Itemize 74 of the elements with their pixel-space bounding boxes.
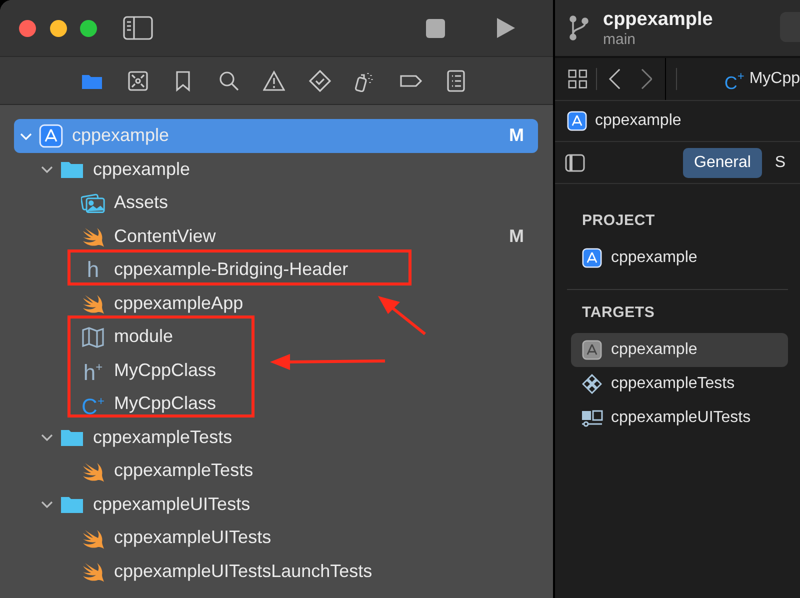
branch-name: main: [603, 30, 637, 48]
target-item[interactable]: cppexample: [571, 241, 788, 275]
navigator-row[interactable]: C$^{+}$ MyCppClass: [14, 387, 538, 420]
breadcrumb-item[interactable]: cppexample: [595, 112, 682, 130]
folder-icon: [60, 494, 84, 514]
app-project-icon: [567, 111, 587, 131]
navigator-row[interactable]: cppexampleTests: [14, 454, 538, 488]
file-name: cppexample: [72, 125, 170, 146]
navigator-row[interactable]: cppexample: [14, 152, 538, 186]
sidebar-toggle-icon[interactable]: [122, 16, 152, 40]
swift-bird-icon: [81, 225, 105, 248]
status-label: M: [509, 226, 524, 247]
navigator-row[interactable]: Assets: [14, 186, 538, 220]
grid-icon[interactable]: [568, 69, 588, 89]
branch-icon: [569, 15, 589, 41]
scheme-title: cppexample: [603, 8, 713, 30]
file-name: Assets: [114, 192, 168, 214]
image-stack-icon: [81, 192, 105, 214]
search-icon[interactable]: [218, 70, 240, 92]
file-name: MyCppClass: [114, 360, 216, 381]
diamond-check-icon[interactable]: [308, 70, 330, 92]
file-name: cppexampleUITestsLaunchTests: [114, 560, 372, 582]
editor-tab[interactable]: C$^{+}$ MyCpp: [724, 64, 800, 94]
navigator-row[interactable]: cppexampleUITests: [14, 521, 538, 554]
folder-icon: [60, 159, 84, 180]
file-name: cppexampleTests: [93, 426, 232, 448]
navigator-row[interactable]: cppexampleApp: [14, 286, 538, 320]
file-name: cppexampleApp: [114, 292, 244, 314]
zoom-button[interactable]: [80, 20, 97, 36]
segment-tab[interactable]: General: [683, 148, 762, 178]
file-name: cppexample: [93, 158, 190, 180]
minimize-button[interactable]: [50, 20, 66, 36]
navigator-row[interactable]: h cppexample-Bridging-Header: [14, 253, 538, 286]
run-icon[interactable]: [496, 17, 516, 39]
swift-bird-icon: [81, 292, 105, 314]
app-project-icon: [582, 248, 602, 268]
diamonds-icon: [582, 374, 602, 394]
target-item[interactable]: cppexampleTests: [571, 367, 788, 401]
status-label: M: [509, 125, 524, 146]
section-header: PROJECT: [581, 212, 656, 229]
file-name: cppexampleTests: [114, 460, 254, 482]
section-header: TARGETS: [581, 304, 656, 321]
map-icon: [81, 326, 105, 348]
file-name: cppexampleUITests: [114, 527, 272, 548]
arrow: [378, 296, 426, 336]
navigator-row[interactable]: ContentView M: [14, 220, 538, 253]
navigator-row[interactable]: cppexampleUITests: [14, 488, 538, 521]
navigator-row[interactable]: module: [14, 320, 538, 354]
swift-bird-icon: [81, 560, 105, 582]
file-name: ContentView: [114, 226, 216, 247]
warning-icon[interactable]: [263, 70, 285, 92]
file-type-icon: h$^{+}$: [83, 356, 103, 384]
stop-button[interactable]: [426, 18, 444, 38]
close-button[interactable]: [19, 20, 36, 36]
file-type-icon: h: [86, 258, 100, 281]
forward-icon[interactable]: [640, 68, 652, 90]
navigator-row[interactable]: h$^{+}$ MyCppClass: [14, 354, 538, 387]
file-name: cppexampleUITests: [93, 494, 250, 515]
report-icon[interactable]: [445, 70, 467, 92]
back-icon[interactable]: [609, 68, 621, 90]
ui-test-icon: [581, 409, 603, 427]
navigator-row[interactable]: cppexampleUITestsLaunchTests: [14, 554, 538, 588]
file-name: cppexample-Bridging-Header: [114, 259, 348, 280]
file-name: MyCppClass: [114, 393, 216, 414]
target-item[interactable]: cppexampleUITests: [571, 401, 788, 435]
segment-tab[interactable]: S: [774, 148, 786, 178]
target-item[interactable]: cppexample: [571, 333, 788, 367]
sidebar-toggle-icon[interactable]: [565, 154, 585, 172]
folder-icon: [60, 427, 84, 448]
navigator-row[interactable]: cppexampleTests: [14, 420, 538, 454]
app-project-icon: [39, 124, 63, 148]
file-type-icon: C$^{+}$: [82, 390, 104, 418]
file-name: module: [114, 326, 174, 348]
app-project-icon: [582, 340, 602, 360]
